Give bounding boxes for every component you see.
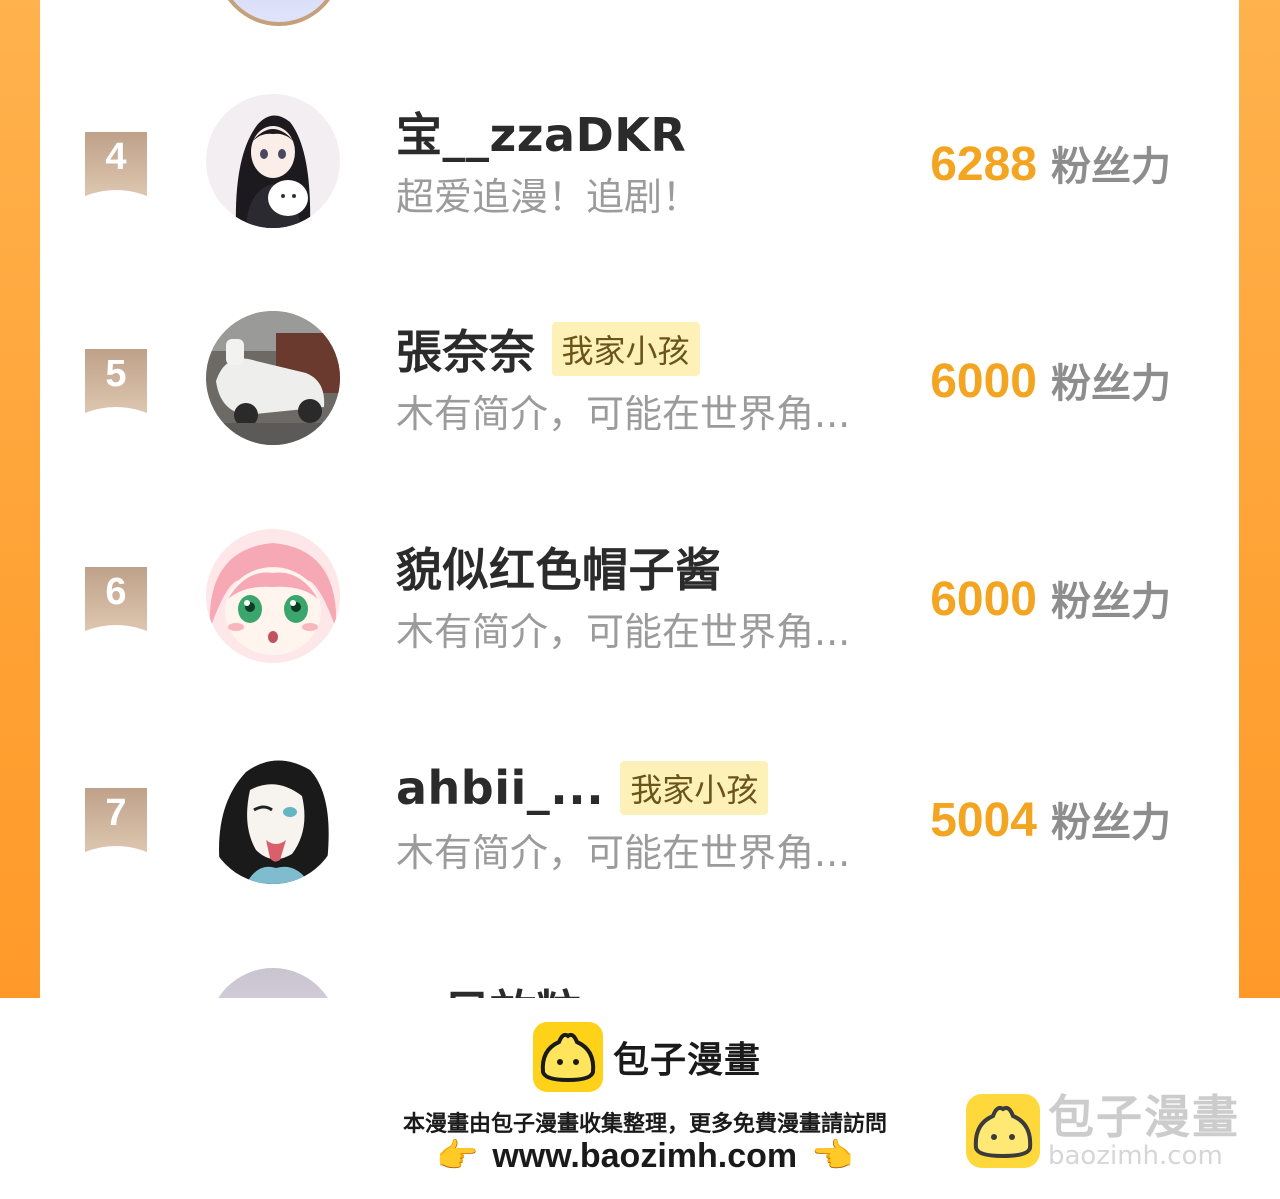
user-bio: 木有简介，可能在世界角...	[396, 392, 851, 436]
fan-badge: 我家小孩	[620, 761, 769, 815]
fan-power-score: 6000 粉丝力	[930, 351, 1171, 409]
username[interactable]: 只放粒	[444, 976, 582, 998]
ranking-row[interactable]: 7 ahbii_... 我家小孩 木有简介，可能在世界角... 5004 粉丝力	[40, 750, 1239, 900]
ranking-row-partial[interactable]: 只放粒	[40, 962, 1239, 998]
user-bio: 木有简介，可能在世界角...	[396, 831, 851, 875]
score-unit: 粉丝力	[1051, 361, 1171, 407]
fan-power-score: 6000 粉丝力	[930, 569, 1171, 627]
username[interactable]: 貌似红色帽子酱	[396, 534, 722, 600]
username[interactable]: 宝__zzaDKR	[396, 99, 686, 165]
fan-power-score: 5004 粉丝力	[930, 790, 1171, 848]
fan-badge: 我家小孩	[551, 322, 700, 376]
fan-power-score: 6288 粉丝力	[930, 134, 1171, 192]
brand-name: 包子漫畫	[613, 1040, 762, 1081]
score-value: 6000	[930, 355, 1037, 408]
rank-ribbon-icon: 5	[85, 349, 147, 413]
user-bio: 木有简介，可能在世界角...	[396, 610, 851, 654]
bun-logo-icon	[533, 1022, 603, 1092]
site-url-text[interactable]: www.baozimh.com	[492, 1137, 797, 1176]
rank-number: 4	[105, 136, 127, 178]
rank-number: 6	[105, 571, 127, 613]
pointing-left-hand-icon: 👈	[811, 1136, 854, 1176]
ranking-row[interactable]: 6 貌似红色帽子酱 木有简介，可能在世界角... 6000 粉丝力	[40, 529, 1239, 679]
user-avatar[interactable]	[206, 311, 340, 445]
user-avatar[interactable]	[206, 94, 340, 228]
user-bio: 超爱追漫！追剧！	[396, 175, 701, 219]
score-unit: 粉丝力	[1051, 800, 1171, 846]
score-value: 6288	[930, 138, 1037, 191]
watermark: 包子漫畫 baozimh.com	[966, 1092, 1240, 1170]
bun-logo-icon	[966, 1094, 1040, 1168]
brand-logo[interactable]: 包子漫畫	[533, 1022, 761, 1092]
ranking-row[interactable]: 4 宝__zzaDKR 超爱追漫！追剧！ 6288 粉丝力	[40, 94, 1239, 244]
username[interactable]: ahbii_...	[396, 761, 604, 815]
score-value: 5004	[930, 794, 1037, 847]
watermark-url: baozimh.com	[1048, 1141, 1223, 1171]
rank-ribbon-icon: 6	[85, 567, 147, 631]
user-avatar[interactable]	[208, 968, 338, 998]
score-unit: 粉丝力	[1051, 144, 1171, 190]
rank-number: 7	[105, 792, 127, 834]
rank-ribbon-icon: 4	[85, 132, 147, 196]
user-avatar[interactable]	[206, 750, 340, 884]
score-unit: 粉丝力	[1051, 579, 1171, 625]
fan-ranking-panel: 4 宝__zzaDKR 超爱追漫！追剧！ 6288 粉丝力 5 張奈奈 我家小孩…	[40, 0, 1239, 998]
site-url[interactable]: 👉 www.baozimh.com 👈	[436, 1136, 853, 1176]
user-avatar[interactable]	[206, 529, 340, 663]
pointing-right-hand-icon: 👉	[436, 1136, 479, 1176]
previous-avatar-edge	[216, 0, 342, 26]
username[interactable]: 張奈奈	[396, 316, 536, 382]
ranking-row[interactable]: 5 張奈奈 我家小孩 木有简介，可能在世界角... 6000 粉丝力	[40, 311, 1239, 461]
watermark-title: 包子漫畫	[1048, 1090, 1240, 1144]
rank-number: 5	[105, 353, 127, 395]
score-value: 6000	[930, 573, 1037, 626]
rank-ribbon-icon: 7	[85, 788, 147, 852]
site-footer: 包子漫畫 本漫畫由包子漫畫收集整理，更多免費漫畫請訪問 👉 www.baozim…	[0, 998, 1280, 1199]
